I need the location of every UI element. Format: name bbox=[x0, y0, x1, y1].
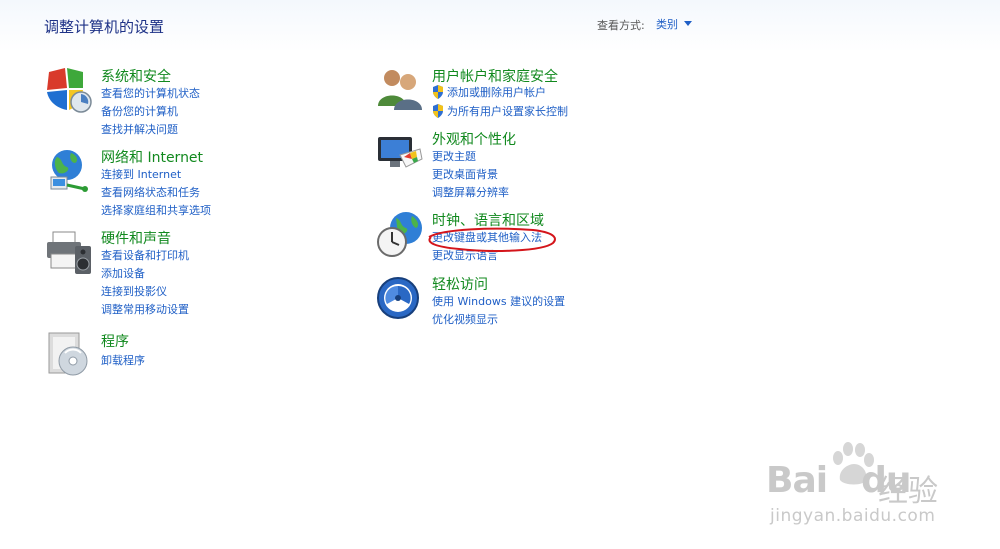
category-user-accounts: 用户帐户和家庭安全 添加或删除用户帐户 为所有用户设置家长控制 bbox=[376, 66, 676, 124]
link-change-theme[interactable]: 更改主题 bbox=[432, 148, 476, 164]
link-mobility-settings[interactable]: 调整常用移动设置 bbox=[101, 301, 189, 317]
category-network-internet: 网络和 Internet 连接到 Internet 查看网络状态和任务 选择家庭… bbox=[45, 147, 345, 223]
link-connect-projector[interactable]: 连接到投影仪 bbox=[101, 283, 167, 299]
watermark-brand-cn: 经验 bbox=[878, 474, 938, 509]
watermark-brand-part1: Bai bbox=[766, 460, 828, 501]
monitor-palette-icon[interactable] bbox=[376, 129, 424, 177]
link-recommended-settings[interactable]: 使用 Windows 建议的设置 bbox=[432, 293, 565, 309]
network-globe-icon[interactable] bbox=[45, 147, 93, 195]
programs-disc-icon[interactable] bbox=[45, 331, 93, 379]
category-title[interactable]: 轻松访问 bbox=[432, 274, 488, 294]
link-homegroup-sharing[interactable]: 选择家庭组和共享选项 bbox=[101, 202, 211, 218]
users-icon[interactable] bbox=[376, 66, 424, 114]
category-title[interactable]: 程序 bbox=[101, 331, 129, 351]
chevron-down-icon[interactable] bbox=[684, 21, 692, 26]
header-bar: 调整计算机的设置 查看方式: 类别 bbox=[0, 0, 1000, 52]
link-add-remove-accounts[interactable]: 添加或删除用户帐户 bbox=[432, 84, 546, 100]
link-add-device[interactable]: 添加设备 bbox=[101, 265, 145, 281]
link-uninstall-program[interactable]: 卸载程序 bbox=[101, 352, 145, 368]
watermark-url: jingyan.baidu.com bbox=[770, 506, 936, 526]
category-system-security: 系统和安全 查看您的计算机状态 备份您的计算机 查找并解决问题 bbox=[45, 66, 345, 142]
category-hardware-sound: 硬件和声音 查看设备和打印机 添加设备 连接到投影仪 调整常用移动设置 bbox=[45, 228, 345, 322]
link-devices-printers[interactable]: 查看设备和打印机 bbox=[101, 247, 189, 263]
link-desktop-background[interactable]: 更改桌面背景 bbox=[432, 166, 498, 182]
category-title[interactable]: 系统和安全 bbox=[101, 66, 171, 86]
baidu-watermark: Bai du 经验 jingyan.baidu.com bbox=[766, 442, 976, 542]
category-title[interactable]: 网络和 Internet bbox=[101, 147, 203, 167]
category-title[interactable]: 硬件和声音 bbox=[101, 228, 171, 248]
clock-globe-icon[interactable] bbox=[376, 210, 424, 258]
view-by-dropdown[interactable]: 类别 bbox=[656, 16, 692, 32]
category-appearance: 外观和个性化 更改主题 更改桌面背景 调整屏幕分辨率 bbox=[376, 129, 676, 205]
security-shield-icon[interactable] bbox=[45, 66, 93, 114]
link-view-computer-status[interactable]: 查看您的计算机状态 bbox=[101, 85, 200, 101]
uac-shield-icon bbox=[433, 85, 443, 99]
red-annotation-mark bbox=[428, 227, 556, 252]
category-title[interactable]: 外观和个性化 bbox=[432, 129, 516, 149]
link-screen-resolution[interactable]: 调整屏幕分辨率 bbox=[432, 184, 509, 200]
link-optimize-display[interactable]: 优化视频显示 bbox=[432, 311, 498, 327]
category-programs: 程序 卸载程序 bbox=[45, 331, 345, 381]
link-parental-controls[interactable]: 为所有用户设置家长控制 bbox=[432, 103, 568, 119]
link-label[interactable]: 为所有用户设置家长控制 bbox=[447, 105, 568, 118]
category-ease-of-access: 轻松访问 使用 Windows 建议的设置 优化视频显示 bbox=[376, 274, 676, 332]
link-label[interactable]: 添加或删除用户帐户 bbox=[447, 86, 546, 99]
link-backup-computer[interactable]: 备份您的计算机 bbox=[101, 103, 178, 119]
uac-shield-icon bbox=[433, 104, 443, 118]
view-by-value[interactable]: 类别 bbox=[656, 18, 678, 31]
link-find-fix-problems[interactable]: 查找并解决问题 bbox=[101, 121, 178, 137]
printer-speaker-icon[interactable] bbox=[45, 228, 93, 276]
ease-of-access-icon[interactable] bbox=[376, 274, 424, 322]
link-connect-internet[interactable]: 连接到 Internet bbox=[101, 166, 181, 182]
page-title: 调整计算机的设置 bbox=[44, 18, 165, 36]
link-network-status[interactable]: 查看网络状态和任务 bbox=[101, 184, 200, 200]
view-by-label: 查看方式: bbox=[597, 19, 645, 32]
category-title[interactable]: 用户帐户和家庭安全 bbox=[432, 66, 558, 86]
